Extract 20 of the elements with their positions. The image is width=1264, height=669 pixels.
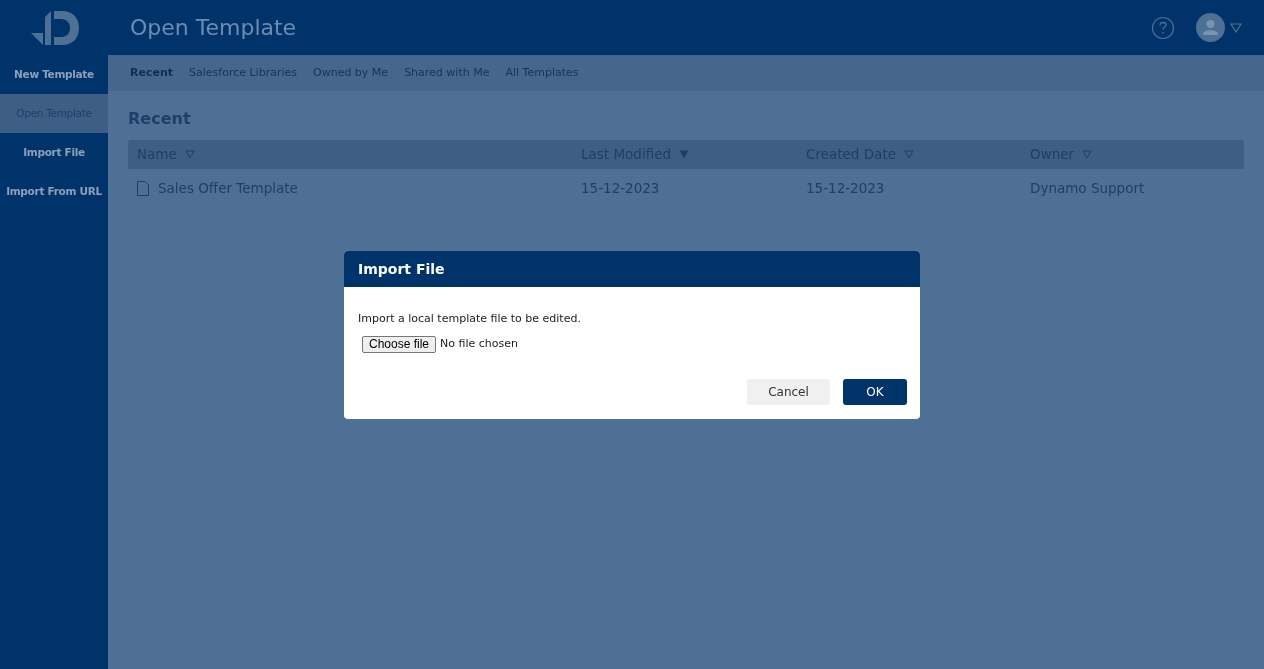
tab[interactable]: Recent xyxy=(130,64,173,82)
sort-icon[interactable] xyxy=(1082,150,1093,159)
sidebar-item[interactable]: Import File xyxy=(0,133,108,172)
cancel-button[interactable]: Cancel xyxy=(747,378,830,405)
sort-icon[interactable] xyxy=(904,150,914,159)
choose-file-button[interactable]: Choose file xyxy=(362,335,437,353)
help-icon[interactable] xyxy=(1151,15,1175,40)
sort-icon[interactable] xyxy=(679,150,690,159)
caret-icon[interactable] xyxy=(1230,22,1242,33)
avatar-icon[interactable] xyxy=(1196,13,1225,42)
dialog-message: Import a local template file to be edited. xyxy=(357,311,582,327)
page-title: Open Template xyxy=(130,14,298,42)
logo-icon xyxy=(29,10,79,45)
ok-button[interactable]: OK xyxy=(843,378,907,405)
document-icon xyxy=(137,180,149,196)
sort-icon[interactable] xyxy=(184,150,195,159)
dialog-title: Import File xyxy=(344,251,920,287)
file-status: No file chosen xyxy=(440,335,518,352)
sidebar-item[interactable]: Import From URL xyxy=(0,172,108,211)
sidebar-item[interactable]: New Template xyxy=(0,55,108,94)
